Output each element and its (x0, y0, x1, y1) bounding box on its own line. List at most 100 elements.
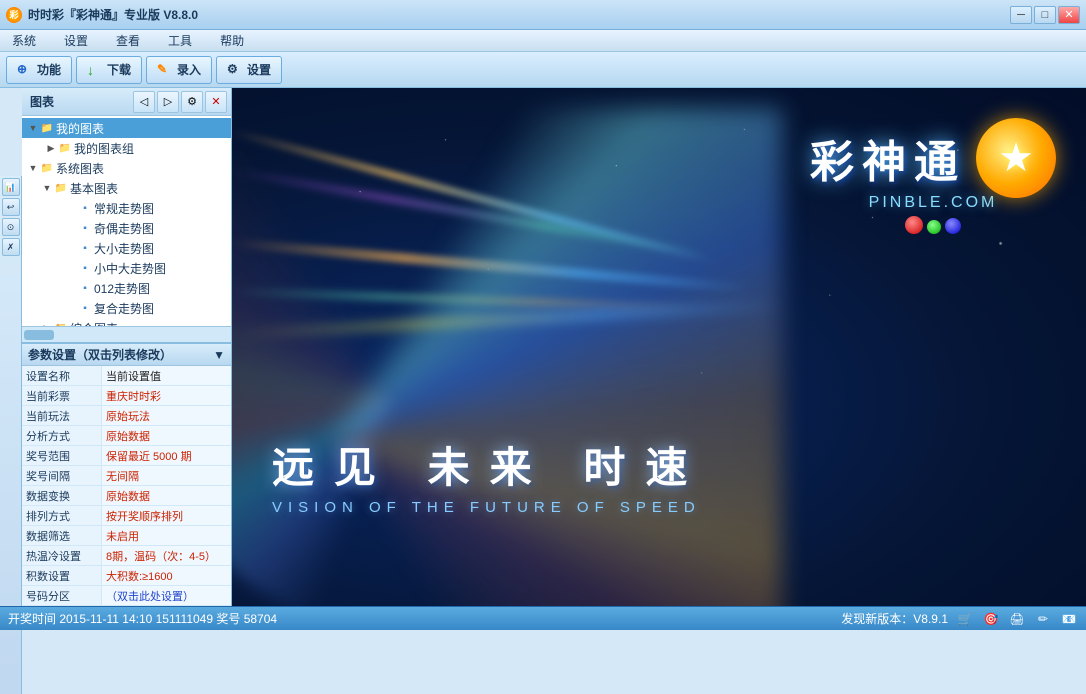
param-key: 分析方式 (22, 426, 102, 445)
sidebar-view-icon[interactable]: ⊙ (2, 218, 20, 236)
param-row-zone[interactable]: 号码分区 （双击此处设置） (22, 586, 231, 606)
tree-node-012[interactable]: ▪ 012走势图 (22, 278, 231, 298)
status-right-area: 发现新版本：V8.9.1 🛒 🎯 🖨 ✏ 📧 (841, 610, 1078, 628)
param-key: 积数设置 (22, 566, 102, 585)
status-new-version-text: 发现新版本：V8.9.1 (841, 610, 948, 627)
param-key: 奖号间隔 (22, 466, 102, 485)
tree-panel-label: 图表 (26, 93, 131, 110)
tree-node-normal-trend[interactable]: ▪ 常规走势图 (22, 198, 231, 218)
status-cart-icon[interactable]: 🛒 (956, 610, 974, 628)
tree-node-odd-even[interactable]: ▪ 奇偶走势图 (22, 218, 231, 238)
expander-spacer (64, 241, 78, 255)
param-row-name: 设置名称 当前设置值 (22, 366, 231, 386)
brand-url: PINBLE.COM (869, 194, 998, 212)
doc-icon: ▪ (78, 241, 92, 255)
param-row-interval[interactable]: 奖号间隔 无间隔 (22, 466, 231, 486)
expander-icon: ▼ (26, 121, 40, 135)
left-panel: 图表 ◁ ▷ ⚙ ✕ ▼ 📁 我的图表 ▶ 📁 我的图表组 (22, 88, 232, 606)
param-key: 数据筛选 (22, 526, 102, 545)
sidebar-close-icon[interactable]: ✗ (2, 238, 20, 256)
param-val: 未启用 (102, 526, 231, 545)
status-mail-icon[interactable]: 📧 (1060, 610, 1078, 628)
titlebar-left: 彩 时时彩『彩神通』专业版 V8.8.0 (6, 6, 198, 23)
param-key: 数据变换 (22, 486, 102, 505)
tree-node-compound[interactable]: ▪ 复合走势图 (22, 298, 231, 318)
param-val: 保留最近 5000 期 (102, 446, 231, 465)
tree-toolbar: 图表 ◁ ▷ ⚙ ✕ (22, 88, 231, 116)
param-row-lottery[interactable]: 当前彩票 重庆时时彩 (22, 386, 231, 406)
background-canvas: 彩神通 ★ PINBLE.COM 远见 未来 时速 VISION OF THE … (232, 88, 1086, 606)
tree-scrollbar-horizontal[interactable] (22, 326, 231, 342)
param-row-sort[interactable]: 排列方式 按开奖顺序排列 (22, 506, 231, 526)
expander-spacer (64, 201, 78, 215)
close-button[interactable]: ✕ (1058, 6, 1080, 24)
toolbar-input-button[interactable]: ✎ 录入 (146, 56, 212, 84)
param-key: 奖号范围 (22, 446, 102, 465)
params-collapse-icon[interactable]: ▼ (213, 348, 225, 362)
doc-icon: ▪ (78, 281, 92, 295)
expander-spacer (64, 281, 78, 295)
toolbar-download-label: 下载 (107, 61, 131, 78)
function-icon: ⊕ (17, 62, 33, 78)
menu-help[interactable]: 帮助 (216, 30, 248, 51)
toolbar-settings-button[interactable]: ⚙ 设置 (216, 56, 282, 84)
tree-settings-button[interactable]: ⚙ (181, 91, 203, 113)
param-row-transform[interactable]: 数据变换 原始数据 (22, 486, 231, 506)
menu-system[interactable]: 系统 (8, 30, 40, 51)
toolbar-function-label: 功能 (37, 61, 61, 78)
status-edit-icon[interactable]: ✏ (1034, 610, 1052, 628)
tree-close-button[interactable]: ✕ (205, 91, 227, 113)
tree-node-label: 大小走势图 (94, 240, 154, 257)
restore-button[interactable]: □ (1034, 6, 1056, 24)
toolbar: ⊕ 功能 ↓ 下载 ✎ 录入 ⚙ 设置 (0, 52, 1086, 88)
brand-star: ★ (976, 118, 1056, 198)
minimize-button[interactable]: ─ (1010, 6, 1032, 24)
doc-icon: ▪ (78, 221, 92, 235)
tree-prev-button[interactable]: ◁ (133, 91, 155, 113)
statusbar: 开奖时间 2015-11-11 14:10 151111049 奖号 58704… (0, 606, 1086, 630)
tree-content[interactable]: ▼ 📁 我的图表 ▶ 📁 我的图表组 ▼ 📁 系统图表 (22, 116, 231, 326)
param-row-accum[interactable]: 积数设置 大积数:≥1600 (22, 566, 231, 586)
folder-icon: 📁 (54, 181, 68, 195)
param-key: 设置名称 (22, 366, 102, 385)
tree-node-big-small[interactable]: ▪ 大小走势图 (22, 238, 231, 258)
params-panel: 参数设置（双击列表修改） ▼ 设置名称 当前设置值 当前彩票 重庆时时彩 当前玩… (22, 343, 231, 606)
app-icon: 彩 (6, 7, 22, 23)
menu-settings[interactable]: 设置 (60, 30, 92, 51)
app-title: 时时彩『彩神通』专业版 V8.8.0 (28, 6, 198, 23)
status-target-icon[interactable]: 🎯 (982, 610, 1000, 628)
param-val: 原始数据 (102, 486, 231, 505)
toolbar-function-button[interactable]: ⊕ 功能 (6, 56, 72, 84)
expander-icon: ▶ (44, 141, 58, 155)
toolbar-input-label: 录入 (177, 61, 201, 78)
param-val: 8期，温码（次：4-5） (102, 546, 231, 565)
expander-icon: ▼ (40, 181, 54, 195)
tree-next-button[interactable]: ▷ (157, 91, 179, 113)
brand-dots (905, 216, 961, 234)
tree-node-my-chart-group[interactable]: ▶ 📁 我的图表组 (22, 138, 231, 158)
sidebar-chart-icon[interactable]: 📊 (2, 178, 20, 196)
menu-tools[interactable]: 工具 (164, 30, 196, 51)
tree-node-label: 我的图表 (56, 120, 104, 137)
params-header: 参数设置（双击列表修改） ▼ (22, 344, 231, 366)
expander-spacer (64, 301, 78, 315)
param-row-filter[interactable]: 数据筛选 未启用 (22, 526, 231, 546)
status-print-icon[interactable]: 🖨 (1008, 610, 1026, 628)
tree-panel: 图表 ◁ ▷ ⚙ ✕ ▼ 📁 我的图表 ▶ 📁 我的图表组 (22, 88, 231, 343)
param-row-play[interactable]: 当前玩法 原始玩法 (22, 406, 231, 426)
param-row-analysis[interactable]: 分析方式 原始数据 (22, 426, 231, 446)
status-left-text: 开奖时间 2015-11-11 14:10 151111049 奖号 58704 (8, 610, 841, 627)
tree-node-basic-charts[interactable]: ▼ 📁 基本图表 (22, 178, 231, 198)
brand-area: 彩神通 ★ PINBLE.COM (810, 118, 1056, 234)
param-row-hotcold[interactable]: 热温冷设置 8期，温码（次：4-5） (22, 546, 231, 566)
main-chinese-text: 远见 未来 时速 (272, 434, 707, 495)
param-row-range[interactable]: 奖号范围 保留最近 5000 期 (22, 446, 231, 466)
toolbar-download-button[interactable]: ↓ 下载 (76, 56, 142, 84)
menu-view[interactable]: 查看 (112, 30, 144, 51)
sidebar-back-icon[interactable]: ↩ (2, 198, 20, 216)
param-val: 当前设置值 (102, 366, 231, 385)
tree-node-mid-trend[interactable]: ▪ 小中大走势图 (22, 258, 231, 278)
tree-node-system-charts[interactable]: ▼ 📁 系统图表 (22, 158, 231, 178)
tree-node-my-charts[interactable]: ▼ 📁 我的图表 (22, 118, 231, 138)
tree-node-composite[interactable]: ▶ 📁 综合图表 (22, 318, 231, 326)
